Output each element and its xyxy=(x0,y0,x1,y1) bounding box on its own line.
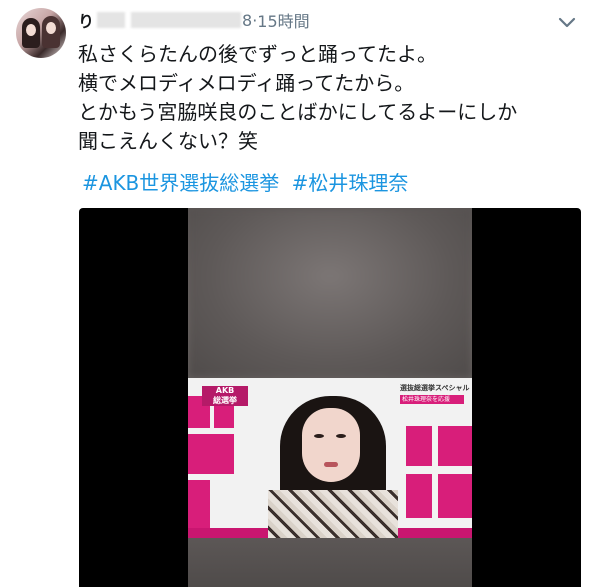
hashtags: #AKB世界選抜総選挙 #松井珠理奈 xyxy=(82,170,414,196)
timestamp[interactable]: 15時間 xyxy=(257,8,309,32)
stage-panel xyxy=(438,474,472,518)
blurred-bottom-area xyxy=(188,538,472,587)
tweet: り 8 · 15時間 私さくらたんの後でずっと踊ってたよ。 横でメロディメロディ… xyxy=(0,0,602,587)
tweet-text: 私さくらたんの後でずっと踊ってたよ。 横でメロディメロディ踊ってたから。 とかも… xyxy=(78,40,588,156)
show-logo: AKB 総選挙 xyxy=(202,386,248,406)
stage-panel xyxy=(406,474,432,518)
chevron-down-icon[interactable] xyxy=(557,12,577,32)
video-frame: AKB 総選挙 選抜総選挙スペシャル 松井珠理奈を応援 xyxy=(188,208,472,587)
avatar-face-right xyxy=(46,22,56,34)
hashtag-link[interactable]: #AKB世界選抜総選挙 xyxy=(82,171,279,195)
redacted-name xyxy=(97,12,126,28)
username[interactable]: り xyxy=(78,8,94,32)
caption-subtitle: 松井珠理奈を応援 xyxy=(400,395,464,404)
stage-panel xyxy=(406,426,432,466)
tweet-header: り 8 · 15時間 xyxy=(78,8,310,32)
person-eye xyxy=(336,434,346,438)
avatar[interactable] xyxy=(16,8,66,58)
video-scene: AKB 総選挙 選抜総選挙スペシャル 松井珠理奈を応援 xyxy=(188,378,472,538)
blurred-top-area xyxy=(188,208,472,378)
tweet-text-line: 横でメロディメロディ踊ってたから。 xyxy=(78,71,415,95)
hashtag-link[interactable]: #松井珠理奈 xyxy=(292,171,409,195)
person-costume xyxy=(268,490,398,538)
avatar-face-left xyxy=(26,24,36,36)
person-eye xyxy=(314,434,324,438)
video-caption: 選抜総選挙スペシャル 松井珠理奈を応援 xyxy=(400,384,470,418)
stage-panel xyxy=(188,480,210,528)
stage-panel xyxy=(188,434,234,474)
redacted-handle xyxy=(131,12,242,28)
caption-title: 選抜総選挙スペシャル xyxy=(400,384,470,392)
handle-tail[interactable]: 8 xyxy=(242,11,252,30)
tweet-text-line: 聞こえんくない？笑 xyxy=(78,129,258,153)
stage-panel xyxy=(438,426,472,466)
person-mouth xyxy=(324,462,338,467)
tweet-text-line: とかもう宮脇咲良のことばかにしてるよーにしか xyxy=(78,100,518,124)
media-video[interactable]: AKB 総選挙 選抜総選挙スペシャル 松井珠理奈を応援 xyxy=(79,208,581,587)
tweet-text-line: 私さくらたんの後でずっと踊ってたよ。 xyxy=(78,42,437,66)
person-face xyxy=(302,408,360,482)
